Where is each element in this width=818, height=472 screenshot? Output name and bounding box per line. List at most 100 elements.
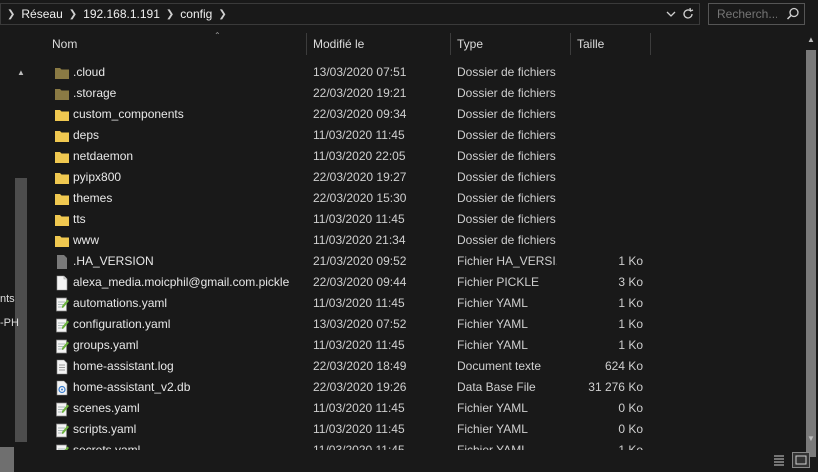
breadcrumb-folder[interactable]: config (180, 7, 212, 21)
file-row[interactable]: scripts.yaml 11/03/2020 11:45 Fichier YAML… (42, 419, 802, 440)
file-row[interactable]: home-assistant.log 22/03/2020 18:49 Docume… (42, 356, 802, 377)
file-type: Fichier YAML (457, 317, 528, 331)
file-name[interactable]: alexa_media.moicphil@gmail.com.pickle (73, 272, 289, 293)
sort-ascending-icon: ⌃ (214, 31, 221, 40)
column-headers: ⌃ Nom Modifié le Type Taille (42, 31, 800, 57)
column-modified[interactable]: Modifié le (313, 31, 364, 57)
column-divider[interactable] (650, 33, 651, 55)
file-name[interactable]: netdaemon (73, 146, 133, 167)
yaml-file-icon (54, 296, 70, 312)
nav-item-partial[interactable]: nts (0, 293, 15, 305)
scrollbar-thumb[interactable] (806, 50, 816, 457)
file-name[interactable]: tts (73, 209, 86, 230)
file-name[interactable]: .HA_VERSION (73, 251, 154, 272)
refresh-icon[interactable] (681, 6, 695, 25)
column-type[interactable]: Type (457, 31, 483, 57)
file-row[interactable]: tts 11/03/2020 11:45 Dossier de fichiers (42, 209, 802, 230)
file-row[interactable]: groups.yaml 11/03/2020 11:45 Fichier YAML 1… (42, 335, 802, 356)
details-view-button[interactable] (770, 452, 788, 468)
file-modified: 22/03/2020 19:27 (313, 170, 407, 184)
file-modified: 22/03/2020 15:30 (313, 191, 407, 205)
address-dropdown-icon[interactable] (666, 6, 676, 25)
file-modified: 11/03/2020 11:45 (313, 401, 405, 415)
file-name[interactable]: home-assistant_v2.db (73, 377, 190, 398)
file-row[interactable]: .cloud 13/03/2020 07:51 Dossier de fichier… (42, 62, 802, 83)
file-type: Dossier de fichiers (457, 233, 556, 247)
column-divider[interactable] (306, 33, 307, 55)
folder-icon (54, 233, 70, 249)
file-size: 0 Ko (618, 422, 643, 436)
top-bar: ❯ Réseau ❯ 192.168.1.191 ❯ config ❯ (0, 0, 818, 30)
file-row[interactable]: netdaemon 11/03/2020 22:05 Dossier de fich… (42, 146, 802, 167)
column-divider[interactable] (450, 33, 451, 55)
search-box[interactable] (708, 3, 805, 25)
file-name[interactable]: themes (73, 188, 112, 209)
file-modified: 11/03/2020 11:45 (313, 128, 405, 142)
file-modified: 13/03/2020 07:52 (313, 317, 407, 331)
nav-scrollbar[interactable] (15, 178, 27, 442)
file-type: Fichier YAML (457, 443, 528, 450)
file-row[interactable]: .storage 22/03/2020 19:21 Dossier de fichi… (42, 83, 802, 104)
yaml-file-icon (54, 317, 70, 333)
large-icons-view-icon (795, 455, 807, 465)
file-row[interactable]: custom_components 22/03/2020 09:34 Dossier… (42, 104, 802, 125)
file-name[interactable]: scenes.yaml (73, 398, 140, 419)
file-row[interactable]: themes 22/03/2020 15:30 Dossier de fichier… (42, 188, 802, 209)
search-icon[interactable] (786, 6, 800, 25)
file-name[interactable]: secrets.yaml (73, 440, 140, 450)
file-name[interactable]: scripts.yaml (73, 419, 136, 440)
breadcrumb-host[interactable]: 192.168.1.191 (83, 7, 160, 21)
folder-icon (54, 128, 70, 144)
column-name[interactable]: Nom (52, 31, 77, 57)
column-size[interactable]: Taille (577, 31, 604, 57)
file-row[interactable]: secrets.yaml 11/03/2020 11:45 Fichier YAML… (42, 440, 802, 450)
file-row[interactable]: www 11/03/2020 21:34 Dossier de fichiers (42, 230, 802, 251)
file-type: Document texte (457, 359, 542, 373)
file-modified: 11/03/2020 11:45 (313, 338, 405, 352)
file-modified: 22/03/2020 19:26 (313, 380, 407, 394)
file-name[interactable]: home-assistant.log (73, 356, 174, 377)
file-name[interactable]: configuration.yaml (73, 314, 170, 335)
file-name[interactable]: .cloud (73, 62, 105, 83)
file-row[interactable]: .HA_VERSION 21/03/2020 09:52 Fichier HA_VE… (42, 251, 802, 272)
file-name[interactable]: custom_components (73, 104, 184, 125)
yaml-file-icon (54, 422, 70, 438)
crumb-chevron-icon[interactable]: ❯ (160, 9, 180, 20)
scroll-down-icon[interactable]: ▼ (807, 434, 815, 443)
file-name[interactable]: www (73, 230, 99, 251)
file-row[interactable]: configuration.yaml 13/03/2020 07:52 Fichie… (42, 314, 802, 335)
search-input[interactable] (717, 6, 777, 22)
view-toggles (770, 452, 810, 468)
file-name[interactable]: groups.yaml (73, 335, 138, 356)
column-divider[interactable] (570, 33, 571, 55)
address-bar[interactable]: ❯ Réseau ❯ 192.168.1.191 ❯ config ❯ (0, 3, 700, 25)
file-name[interactable]: automations.yaml (73, 293, 167, 314)
yaml-file-icon (54, 401, 70, 417)
vertical-scrollbar[interactable]: ▲ ▼ (803, 31, 818, 457)
file-row[interactable]: pyipx800 22/03/2020 19:27 Dossier de fichi… (42, 167, 802, 188)
breadcrumb-network[interactable]: Réseau (21, 7, 62, 21)
large-icons-view-button[interactable] (792, 452, 810, 468)
file-size: 31 276 Ko (588, 380, 643, 394)
file-row[interactable]: scenes.yaml 11/03/2020 11:45 Fichier YAML 0… (42, 398, 802, 419)
file-icon (54, 275, 70, 291)
nav-item-partial[interactable]: -PH (0, 317, 19, 329)
file-row[interactable]: deps 11/03/2020 11:45 Dossier de fichiers (42, 125, 802, 146)
file-name[interactable]: deps (73, 125, 99, 146)
crumb-chevron-icon[interactable]: ❯ (1, 9, 21, 20)
database-file-icon (54, 380, 70, 396)
file-row[interactable]: automations.yaml 11/03/2020 11:45 Fichier … (42, 293, 802, 314)
file-type: Fichier PICKLE (457, 275, 540, 289)
file-type: Dossier de fichiers (457, 65, 556, 79)
file-name[interactable]: pyipx800 (73, 167, 121, 188)
file-name[interactable]: .storage (73, 83, 116, 104)
file-type: Data Base File (457, 380, 536, 394)
nav-scroll-up-icon[interactable]: ▲ (17, 68, 25, 77)
hidden-file-icon (54, 254, 70, 270)
file-modified: 11/03/2020 22:05 (313, 149, 406, 163)
scroll-up-icon[interactable]: ▲ (807, 35, 815, 44)
crumb-chevron-icon[interactable]: ❯ (212, 9, 232, 20)
file-row[interactable]: home-assistant_v2.db 22/03/2020 19:26 Data… (42, 377, 802, 398)
crumb-chevron-icon[interactable]: ❯ (63, 9, 83, 20)
file-row[interactable]: alexa_media.moicphil@gmail.com.pickle 22/… (42, 272, 802, 293)
